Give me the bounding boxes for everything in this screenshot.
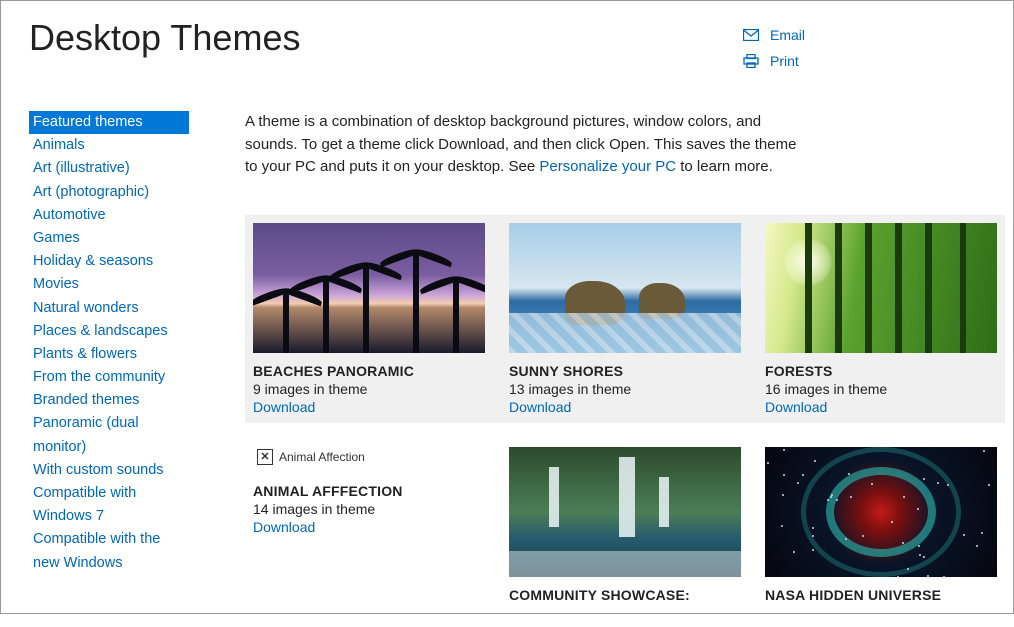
sidebar-item[interactable]: Automotive — [29, 204, 189, 227]
sidebar-item[interactable]: Places & landscapes — [29, 320, 189, 343]
theme-title: BEACHES PANORAMIC — [253, 363, 485, 379]
download-link[interactable]: Download — [765, 399, 827, 415]
theme-thumbnail[interactable]: ✕ Animal Affection — [253, 447, 485, 473]
sidebar-item[interactable]: Natural wonders — [29, 297, 189, 320]
category-sidebar: Featured themesAnimalsArt (illustrative)… — [29, 111, 209, 627]
sidebar-item[interactable]: Branded themes — [29, 389, 189, 412]
download-link[interactable]: Download — [253, 519, 315, 535]
theme-card: SUNNY SHORES 13 images in theme Download — [509, 223, 741, 415]
sidebar-item[interactable]: Movies — [29, 273, 189, 296]
download-link[interactable]: Download — [253, 399, 315, 415]
sidebar-item[interactable]: Holiday & seasons — [29, 250, 189, 273]
theme-title: ANIMAL AFFFECTION — [253, 483, 485, 499]
theme-thumbnail[interactable] — [509, 447, 741, 577]
theme-card: ✕ Animal Affection ANIMAL AFFFECTION 14 ima… — [253, 447, 485, 603]
theme-title: COMMUNITY SHOWCASE: — [509, 587, 741, 603]
theme-card: NASA HIDDEN UNIVERSE — [765, 447, 997, 603]
theme-thumbnail[interactable] — [253, 223, 485, 353]
theme-card: BEACHES PANORAMIC 9 images in theme Downlo… — [253, 223, 485, 415]
sidebar-item[interactable]: With custom sounds — [29, 459, 189, 482]
sidebar-item[interactable]: From the community — [29, 366, 189, 389]
theme-image-count: 13 images in theme — [509, 381, 741, 397]
broken-image-icon: ✕ — [257, 449, 273, 465]
sidebar-item[interactable]: Art (illustrative) — [29, 157, 189, 180]
personalize-link[interactable]: Personalize your PC — [539, 158, 676, 175]
theme-title: FORESTS — [765, 363, 997, 379]
theme-card: FORESTS 16 images in theme Download — [765, 223, 997, 415]
theme-thumbnail[interactable] — [765, 223, 997, 353]
broken-image-alt: Animal Affection — [279, 450, 365, 464]
sidebar-item[interactable]: Featured themes — [29, 111, 189, 134]
sidebar-item[interactable]: Animals — [29, 134, 189, 157]
theme-card: COMMUNITY SHOWCASE: — [509, 447, 741, 603]
sidebar-item[interactable]: Panoramic (dual monitor) — [29, 412, 189, 458]
theme-title: SUNNY SHORES — [509, 363, 741, 379]
theme-image-count: 16 images in theme — [765, 381, 997, 397]
download-link[interactable]: Download — [509, 399, 571, 415]
theme-image-count: 14 images in theme — [253, 501, 485, 517]
print-link[interactable]: Print — [742, 53, 805, 69]
print-label: Print — [770, 53, 799, 69]
print-icon — [742, 54, 760, 68]
email-label: Email — [770, 27, 805, 43]
intro-text: A theme is a combination of desktop back… — [245, 111, 805, 179]
theme-thumbnail[interactable] — [765, 447, 997, 577]
page-title: Desktop Themes — [29, 17, 742, 59]
theme-row-featured: BEACHES PANORAMIC 9 images in theme Downlo… — [245, 215, 1005, 423]
sidebar-item[interactable]: Games — [29, 227, 189, 250]
sidebar-item[interactable]: Compatible with Windows 7 — [29, 482, 189, 528]
sidebar-item[interactable]: Plants & flowers — [29, 343, 189, 366]
sidebar-item[interactable]: Art (photographic) — [29, 181, 189, 204]
mail-icon — [742, 29, 760, 41]
theme-title: NASA HIDDEN UNIVERSE — [765, 587, 997, 603]
theme-row-2: ✕ Animal Affection ANIMAL AFFFECTION 14 ima… — [245, 439, 1005, 611]
email-link[interactable]: Email — [742, 27, 805, 43]
theme-image-count: 9 images in theme — [253, 381, 485, 397]
sidebar-item[interactable]: Compatible with the new Windows — [29, 528, 189, 574]
theme-thumbnail[interactable] — [509, 223, 741, 353]
